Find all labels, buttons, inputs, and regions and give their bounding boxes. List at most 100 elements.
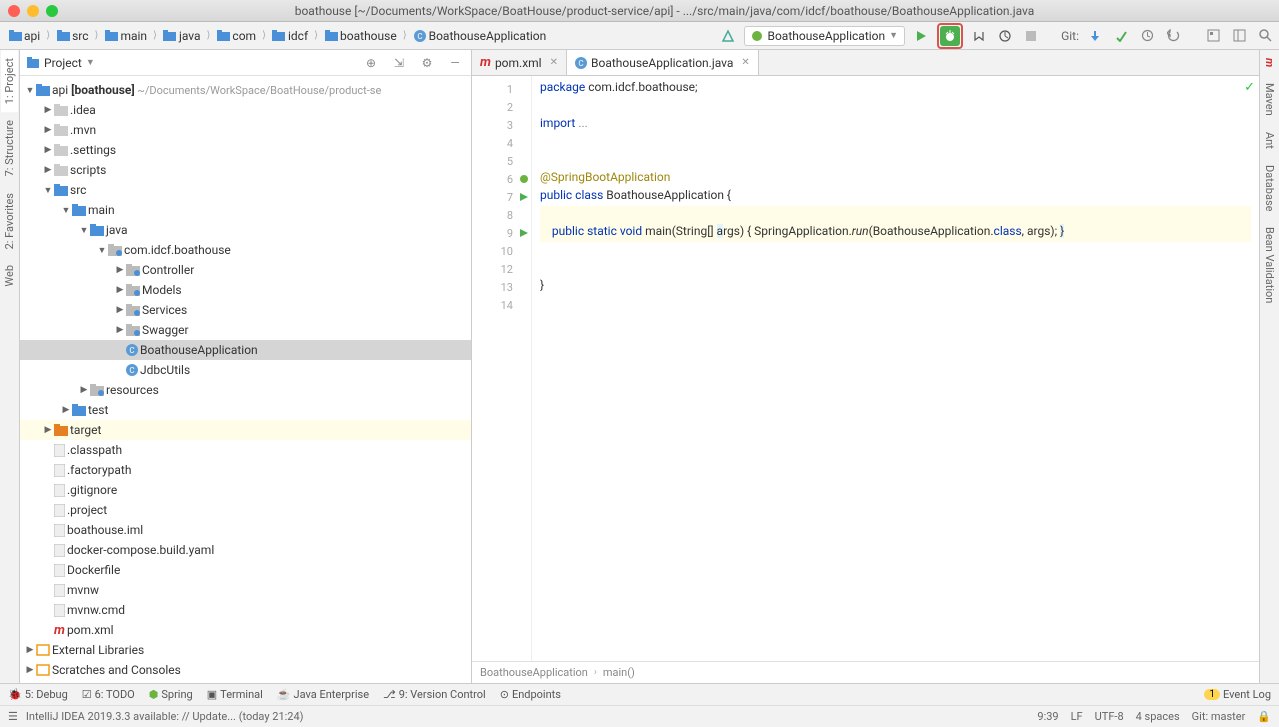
crumb-method[interactable]: main() xyxy=(603,666,635,679)
tree-node[interactable]: ▶.idea xyxy=(20,100,471,120)
tree-node[interactable]: boathouse.iml xyxy=(20,520,471,540)
tree-node[interactable]: ▶target xyxy=(20,420,471,440)
tree-node[interactable]: ▶Scratches and Consoles xyxy=(20,660,471,680)
breadcrumb-item[interactable]: com xyxy=(212,27,260,45)
code-editor[interactable]: ✓ 12345678910121314 package com.idcf.boa… xyxy=(472,76,1259,661)
right-tool-strip: m Maven Ant Database Bean Validation xyxy=(1259,50,1279,683)
run-button[interactable] xyxy=(911,26,931,46)
stop-button[interactable] xyxy=(1021,26,1041,46)
tool-web[interactable]: Web xyxy=(1,257,18,295)
line-separator[interactable]: LF xyxy=(1071,710,1083,723)
tree-node[interactable]: ▼java xyxy=(20,220,471,240)
run-config-label: BoathouseApplication xyxy=(767,29,885,43)
tree-node[interactable]: ▶resources xyxy=(20,380,471,400)
tree-node[interactable]: Dockerfile xyxy=(20,560,471,580)
profile-button[interactable] xyxy=(995,26,1015,46)
tree-node[interactable]: mvnw.cmd xyxy=(20,600,471,620)
tree-node[interactable]: ▼com.idcf.boathouse xyxy=(20,240,471,260)
tool-structure[interactable]: 7: Structure xyxy=(1,112,18,184)
tree-node[interactable]: ▶test xyxy=(20,400,471,420)
tree-node[interactable]: ▶Services xyxy=(20,300,471,320)
tool-database[interactable]: Database xyxy=(1261,157,1278,219)
status-bar: ☰ IntelliJ IDEA 2019.3.3 available: // U… xyxy=(0,705,1279,727)
tree-node[interactable]: ▶Controller xyxy=(20,260,471,280)
tool-spring[interactable]: ⬢Spring xyxy=(149,688,193,701)
minimize-window[interactable] xyxy=(27,5,39,17)
ide-layout-button[interactable] xyxy=(1229,26,1249,46)
breadcrumb-item[interactable]: api xyxy=(4,27,44,45)
project-tree[interactable]: ▼api [boathouse] ~/Documents/WorkSpace/B… xyxy=(20,76,471,683)
event-log[interactable]: 1Event Log xyxy=(1204,688,1271,701)
tree-node[interactable]: CJdbcUtils xyxy=(20,360,471,380)
tool-java-enterprise[interactable]: ☕Java Enterprise xyxy=(277,688,369,701)
tool-debug[interactable]: 🐞5: Debug xyxy=(8,688,68,701)
tree-root[interactable]: ▼api [boathouse] ~/Documents/WorkSpace/B… xyxy=(20,80,471,100)
caret-position[interactable]: 9:39 xyxy=(1037,710,1058,723)
breadcrumb-item[interactable]: java xyxy=(159,27,205,45)
tool-terminal[interactable]: ▣Terminal xyxy=(207,688,263,701)
tool-bean-validation[interactable]: Bean Validation xyxy=(1261,219,1278,311)
hide-panel[interactable]: — xyxy=(445,53,465,73)
file-encoding[interactable]: UTF-8 xyxy=(1095,710,1124,723)
git-branch[interactable]: Git: master xyxy=(1192,710,1246,723)
coverage-button[interactable] xyxy=(969,26,989,46)
debug-button[interactable] xyxy=(940,26,960,46)
tree-node[interactable]: mpom.xml xyxy=(20,620,471,640)
tool-maven-icon[interactable]: m xyxy=(1261,50,1278,75)
breadcrumb-item[interactable]: boathouse xyxy=(320,27,401,45)
vcs-history-button[interactable] xyxy=(1137,26,1157,46)
breadcrumb-item[interactable]: src xyxy=(52,27,92,45)
tool-ant[interactable]: Ant xyxy=(1261,124,1278,157)
maximize-window[interactable] xyxy=(46,5,58,17)
settings-gear-icon[interactable]: ⚙ xyxy=(417,53,437,73)
tree-node[interactable]: ▶Swagger xyxy=(20,320,471,340)
tree-node[interactable]: ▶scripts xyxy=(20,160,471,180)
build-button[interactable] xyxy=(718,26,738,46)
left-tool-strip: 1: Project 7: Structure 2: Favorites Web xyxy=(0,50,20,683)
close-tab-icon[interactable]: ✕ xyxy=(550,57,558,68)
breadcrumb-item[interactable]: main xyxy=(100,27,151,45)
tool-version-control[interactable]: ⎇9: Version Control xyxy=(383,688,486,701)
notification-icon[interactable]: ☰ xyxy=(8,710,18,723)
vcs-commit-button[interactable] xyxy=(1111,26,1131,46)
tree-node[interactable]: .gitignore xyxy=(20,480,471,500)
tool-maven[interactable]: Maven xyxy=(1261,75,1278,124)
expand-all[interactable]: ⇲ xyxy=(389,53,409,73)
tree-node[interactable]: ▼src xyxy=(20,180,471,200)
tree-node[interactable]: mvnw xyxy=(20,580,471,600)
vcs-update-button[interactable] xyxy=(1085,26,1105,46)
tree-node[interactable]: .project xyxy=(20,500,471,520)
close-tab-icon[interactable]: ✕ xyxy=(741,57,749,68)
tool-endpoints[interactable]: ⊙Endpoints xyxy=(500,688,561,701)
vcs-revert-button[interactable] xyxy=(1163,26,1183,46)
tree-node[interactable]: docker-compose.build.yaml xyxy=(20,540,471,560)
tree-node[interactable]: ▶External Libraries xyxy=(20,640,471,660)
code-content[interactable]: package com.idcf.boathouse;import ...@Sp… xyxy=(532,76,1259,661)
crumb-class[interactable]: BoathouseApplication xyxy=(480,666,588,679)
tree-node[interactable]: ▼main xyxy=(20,200,471,220)
tree-node[interactable]: ▶.settings xyxy=(20,140,471,160)
select-opened-file[interactable]: ⊕ xyxy=(361,53,381,73)
tree-node[interactable]: ▶.mvn xyxy=(20,120,471,140)
tool-favorites[interactable]: 2: Favorites xyxy=(1,185,18,257)
tree-node[interactable]: .factorypath xyxy=(20,460,471,480)
search-everywhere-button[interactable] xyxy=(1255,26,1275,46)
breadcrumb-item[interactable]: idcf xyxy=(268,27,312,45)
close-window[interactable] xyxy=(8,5,20,17)
editor-tab[interactable]: mpom.xml✕ xyxy=(472,50,567,75)
lock-icon[interactable]: 🔒 xyxy=(1257,710,1271,723)
indent-setting[interactable]: 4 spaces xyxy=(1136,710,1180,723)
tool-todo[interactable]: ☑6: TODO xyxy=(82,688,135,701)
project-panel-header: Project ▼ ⊕ ⇲ ⚙ — xyxy=(20,50,471,76)
tree-node[interactable]: CBoathouseApplication xyxy=(20,340,471,360)
tree-node[interactable]: ▶Models xyxy=(20,280,471,300)
editor-area: mpom.xml✕CBoathouseApplication.java✕ ✓ 1… xyxy=(472,50,1259,683)
svg-text:C: C xyxy=(417,32,422,41)
ide-settings-button[interactable] xyxy=(1203,26,1223,46)
status-message[interactable]: IntelliJ IDEA 2019.3.3 available: // Upd… xyxy=(26,710,304,723)
run-config-selector[interactable]: BoathouseApplication ▼ xyxy=(744,26,905,46)
tool-project[interactable]: 1: Project xyxy=(1,50,18,112)
tree-node[interactable]: .classpath xyxy=(20,440,471,460)
editor-tab[interactable]: CBoathouseApplication.java✕ xyxy=(567,50,759,75)
breadcrumb-item[interactable]: CBoathouseApplication xyxy=(409,27,551,45)
